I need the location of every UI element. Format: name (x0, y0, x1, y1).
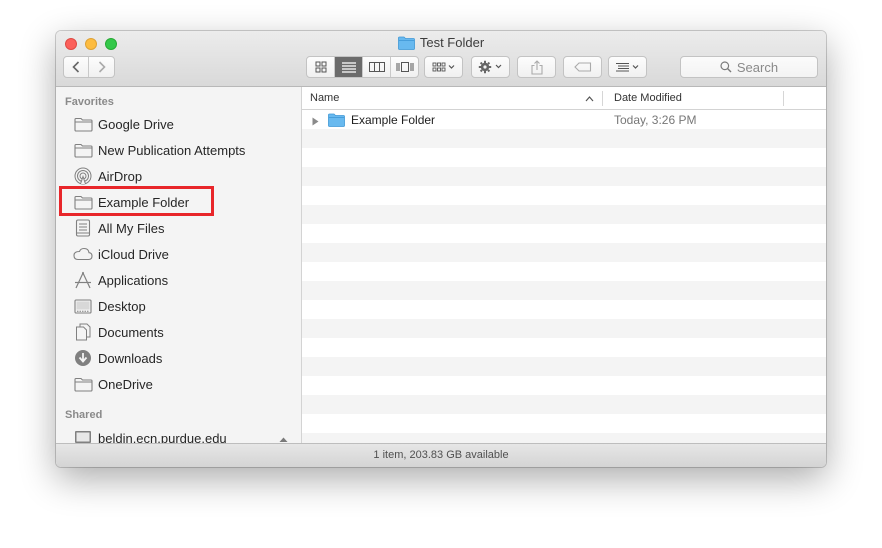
sidebar-item-label: AirDrop (98, 168, 143, 184)
sort-ascending-icon (585, 93, 594, 105)
folder-icon (73, 115, 93, 133)
table-row[interactable]: Example Folder Today, 3:26 PM (302, 110, 826, 129)
cover-flow-button[interactable] (391, 57, 418, 77)
icon-view-button[interactable] (307, 57, 335, 77)
nav-buttons (63, 56, 115, 78)
file-date: Today, 3:26 PM (614, 113, 697, 127)
applications-icon (73, 271, 93, 289)
sidebar: Favorites Google Drive New Publication A… (56, 87, 302, 443)
titlebar: Test Folder Search (56, 31, 826, 87)
favorites-section-title: Favorites (65, 96, 114, 108)
back-button[interactable] (64, 57, 89, 77)
list-view-icon (341, 62, 356, 73)
sidebar-item-label: All My Files (98, 220, 165, 236)
folder-icon (73, 375, 93, 393)
tags-button[interactable] (563, 56, 602, 78)
sidebar-item-label: Documents (98, 324, 164, 340)
shared-section-title: Shared (65, 409, 103, 421)
sidebar-item-all-my-files[interactable]: All My Files (56, 215, 301, 241)
date-modified-column-header[interactable]: Date Modified (614, 92, 682, 104)
highlight-box (59, 186, 214, 216)
action-button[interactable] (471, 56, 510, 78)
list-view-button[interactable] (335, 57, 363, 77)
icon-view-icon (315, 61, 326, 73)
sidebar-item-google-drive[interactable]: Google Drive (56, 111, 301, 137)
sidebar-item-icloud-drive[interactable]: iCloud Drive (56, 241, 301, 267)
list-options-icon (615, 63, 638, 72)
window-title-text: Test Folder (419, 35, 485, 50)
window-title: Test Folder (56, 35, 826, 54)
eject-icon[interactable] (279, 434, 288, 443)
sidebar-item-applications[interactable]: Applications (56, 267, 301, 293)
view-mode-control (306, 56, 419, 78)
forward-button[interactable] (89, 57, 114, 77)
sidebar-item-documents[interactable]: Documents (56, 319, 301, 345)
sidebar-item-shared-server[interactable]: beldin.ecn.purdue.edu (56, 425, 301, 444)
sidebar-item-downloads[interactable]: Downloads (56, 345, 301, 371)
search-field[interactable]: Search (680, 56, 818, 78)
search-placeholder: Search (736, 59, 779, 75)
sidebar-item-label: OneDrive (98, 376, 153, 392)
tag-icon (573, 62, 591, 72)
cloud-icon (73, 245, 93, 263)
column-divider[interactable] (783, 91, 784, 106)
sidebar-item-label: beldin.ecn.purdue.edu (98, 430, 227, 444)
server-icon (73, 429, 93, 443)
arrange-icon (432, 62, 454, 72)
file-name: Example Folder (351, 113, 436, 127)
sidebar-item-desktop[interactable]: Desktop (56, 293, 301, 319)
cover-flow-icon (396, 62, 413, 72)
share-button[interactable] (517, 56, 556, 78)
folder-icon (328, 113, 345, 130)
chevron-left-icon (72, 61, 80, 73)
gear-icon (478, 60, 501, 74)
sidebar-item-label: Applications (98, 272, 169, 288)
column-view-button[interactable] (363, 57, 391, 77)
sidebar-item-label: Desktop (98, 298, 146, 314)
status-bar: 1 item, 203.83 GB available (56, 443, 826, 467)
search-icon (720, 61, 732, 73)
view-options-button[interactable] (608, 56, 647, 78)
column-divider[interactable] (602, 91, 603, 106)
finder-window: Test Folder Search Favorites Google Driv… (56, 31, 826, 467)
disclosure-triangle-icon[interactable] (312, 115, 319, 129)
sidebar-item-label: New Publication Attempts (98, 142, 246, 158)
folder-icon (73, 141, 93, 159)
column-header: Name Date Modified (302, 87, 826, 110)
arrange-button[interactable] (424, 56, 463, 78)
documents-icon (73, 323, 93, 341)
airdrop-icon (73, 167, 93, 185)
column-view-icon (368, 62, 385, 72)
name-column-header[interactable]: Name (310, 92, 339, 104)
sidebar-item-label: iCloud Drive (98, 246, 169, 262)
share-icon (530, 59, 543, 75)
chevron-right-icon (98, 61, 106, 73)
file-list-pane: Name Date Modified Example Folder Today,… (302, 87, 826, 443)
sidebar-item-label: Google Drive (98, 116, 174, 132)
all-files-icon (73, 219, 93, 237)
sidebar-item-label: Downloads (98, 350, 163, 366)
status-text: 1 item, 203.83 GB available (373, 449, 509, 461)
file-rows: Example Folder Today, 3:26 PM (302, 110, 826, 443)
desktop-icon (73, 297, 93, 315)
download-icon (73, 349, 93, 367)
sidebar-item-onedrive[interactable]: OneDrive (56, 371, 301, 397)
sidebar-item-new-publication-attempts[interactable]: New Publication Attempts (56, 137, 301, 163)
folder-icon (397, 36, 415, 54)
